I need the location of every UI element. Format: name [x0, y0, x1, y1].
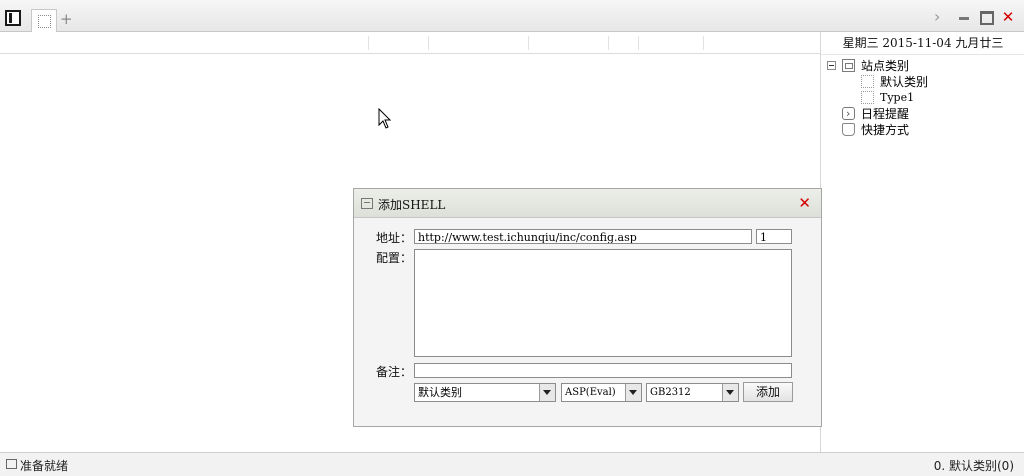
status-category-count: 0. 默认类别(0) — [933, 459, 1014, 473]
category-select-value: 默认类别 — [418, 386, 462, 399]
column-divider[interactable] — [368, 36, 369, 50]
dialog-titlebar[interactable]: 添加SHELL ✕ — [354, 189, 821, 218]
chevron-down-icon — [722, 384, 738, 401]
dialog-title: 添加SHELL — [378, 198, 446, 212]
category-tree: 站点类别 默认类别 Type1 日程提醒 快捷方式 — [827, 58, 1017, 138]
tree-label: 站点类别 — [861, 59, 910, 73]
date-display: 星期三 2015-11-04 九月廿三 — [821, 32, 1024, 55]
tree-item-shortcut[interactable]: 快捷方式 — [827, 122, 1017, 138]
column-divider[interactable] — [638, 36, 639, 50]
chevron-down-icon — [625, 384, 641, 401]
right-panel: 星期三 2015-11-04 九月廿三 站点类别 默认类别 Type1 日程提醒… — [820, 32, 1024, 452]
window-icon — [361, 198, 373, 209]
tree-item-default-category[interactable]: 默认类别 — [827, 74, 1017, 90]
config-label: 配置： — [376, 251, 413, 265]
category-select[interactable]: 默认类别 — [414, 383, 556, 402]
tab-blank[interactable] — [31, 9, 57, 32]
chevron-right-icon[interactable]: › — [934, 9, 950, 25]
script-type-value: ASP(Eval) — [565, 387, 616, 398]
chevron-down-icon — [539, 384, 555, 401]
category-icon — [861, 91, 874, 104]
tab-bar: + › ✕ — [0, 0, 1024, 32]
note-input[interactable] — [414, 363, 792, 378]
tree-label: 默认类别 — [880, 75, 929, 89]
site-folder-icon — [842, 59, 855, 72]
dialog-close-icon[interactable]: ✕ — [798, 194, 811, 212]
panel-toggle-icon[interactable] — [5, 10, 21, 26]
maximize-icon[interactable] — [978, 9, 994, 25]
list-header — [0, 32, 820, 54]
tree-item-schedule[interactable]: 日程提醒 — [827, 106, 1017, 122]
category-icon — [861, 75, 874, 88]
collapse-icon[interactable] — [827, 61, 836, 70]
address-input[interactable]: http://www.test.ichunqiu/inc/config.asp — [414, 229, 752, 244]
add-button[interactable]: 添加 — [743, 382, 793, 402]
mouse-cursor-icon — [378, 108, 392, 129]
column-divider[interactable] — [608, 36, 609, 50]
schedule-icon — [842, 106, 855, 122]
column-divider[interactable] — [703, 36, 704, 50]
address-label: 地址： — [376, 231, 413, 245]
blank-page-icon — [38, 15, 51, 28]
note-label: 备注： — [376, 365, 413, 379]
add-tab-button[interactable]: + — [60, 10, 73, 28]
shortcut-hand-icon — [842, 123, 855, 136]
tree-label: 日程提醒 — [861, 107, 910, 121]
minimize-icon[interactable] — [956, 9, 972, 25]
password-input[interactable]: 1 — [756, 229, 792, 244]
encoding-value: GB2312 — [650, 387, 691, 398]
tree-item-type1[interactable]: Type1 — [827, 90, 1017, 106]
status-window-icon — [6, 459, 17, 469]
window-controls: › ✕ — [934, 8, 1016, 26]
column-divider[interactable] — [528, 36, 529, 50]
column-divider[interactable] — [428, 36, 429, 50]
script-type-select[interactable]: ASP(Eval) — [561, 383, 642, 402]
close-icon[interactable]: ✕ — [1000, 9, 1016, 25]
tree-label: 快捷方式 — [861, 123, 910, 137]
tree-item-site-category[interactable]: 站点类别 — [827, 58, 1017, 74]
config-textarea[interactable] — [414, 249, 792, 357]
tree-label: Type1 — [880, 91, 915, 104]
status-bar: 准备就绪 0. 默认类别(0) — [0, 452, 1024, 476]
encoding-select[interactable]: GB2312 — [646, 383, 739, 402]
add-shell-dialog: 添加SHELL ✕ 地址： http://www.test.ichunqiu/i… — [353, 188, 822, 427]
status-text: 准备就绪 — [20, 459, 69, 473]
